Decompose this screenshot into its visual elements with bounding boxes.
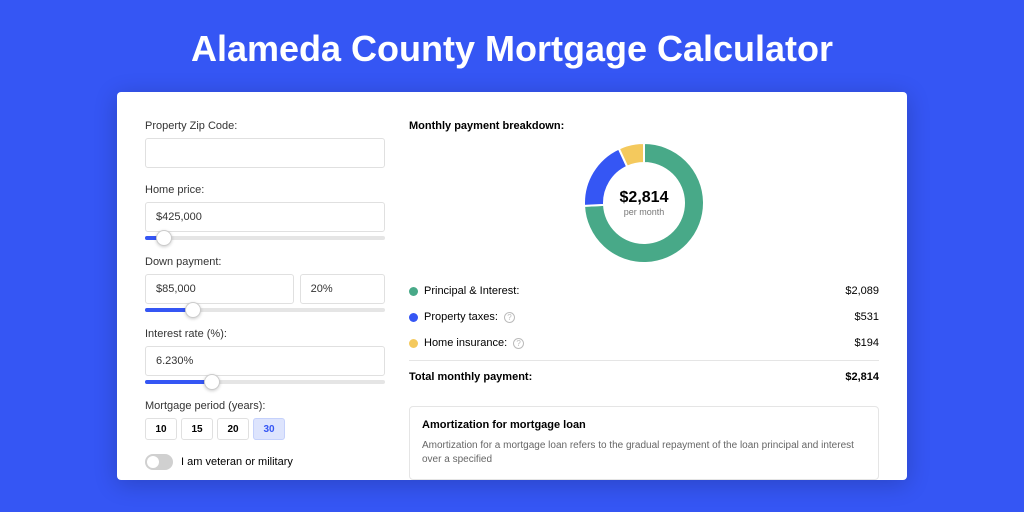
veteran-label: I am veteran or military bbox=[181, 456, 293, 468]
down-slider[interactable] bbox=[145, 302, 385, 318]
down-label: Down payment: bbox=[145, 256, 385, 268]
breakdown-value: $194 bbox=[855, 337, 879, 349]
total-row: Total monthly payment: $2,814 bbox=[409, 360, 879, 390]
period-button-30[interactable]: 30 bbox=[253, 418, 285, 440]
period-button-15[interactable]: 15 bbox=[181, 418, 213, 440]
amortization-card: Amortization for mortgage loan Amortizat… bbox=[409, 406, 879, 480]
slider-thumb[interactable] bbox=[185, 302, 201, 318]
amort-text: Amortization for a mortgage loan refers … bbox=[422, 439, 866, 467]
zip-label: Property Zip Code: bbox=[145, 120, 385, 132]
breakdown-label: Principal & Interest: bbox=[424, 285, 519, 297]
period-buttons: 10152030 bbox=[145, 418, 385, 440]
zip-block: Property Zip Code: bbox=[145, 120, 385, 168]
price-block: Home price: bbox=[145, 184, 385, 246]
rate-block: Interest rate (%): bbox=[145, 328, 385, 390]
down-amount-input[interactable] bbox=[145, 274, 294, 304]
breakdown-row: Home insurance:? $194 bbox=[409, 330, 879, 356]
form-column: Property Zip Code: Home price: Down paym… bbox=[145, 120, 385, 480]
legend-dot bbox=[409, 287, 418, 296]
breakdown-row: Property taxes:? $531 bbox=[409, 304, 879, 330]
rate-input[interactable] bbox=[145, 346, 385, 376]
veteran-toggle[interactable] bbox=[145, 454, 173, 470]
info-icon[interactable]: ? bbox=[504, 312, 515, 323]
period-block: Mortgage period (years): 10152030 bbox=[145, 400, 385, 440]
period-button-20[interactable]: 20 bbox=[217, 418, 249, 440]
zip-input[interactable] bbox=[145, 138, 385, 168]
slider-thumb[interactable] bbox=[156, 230, 172, 246]
donut-sub: per month bbox=[624, 207, 665, 217]
price-slider[interactable] bbox=[145, 230, 385, 246]
breakdown-value: $2,089 bbox=[845, 285, 879, 297]
donut-chart: $2,814 per month bbox=[409, 142, 879, 264]
donut-center: $2,814 per month bbox=[583, 142, 705, 264]
down-block: Down payment: bbox=[145, 256, 385, 318]
results-column: Monthly payment breakdown: $2,814 per mo… bbox=[409, 120, 879, 480]
breakdown-row: Principal & Interest: $2,089 bbox=[409, 278, 879, 304]
rate-label: Interest rate (%): bbox=[145, 328, 385, 340]
breakdown-label: Property taxes: bbox=[424, 311, 498, 323]
legend-dot bbox=[409, 339, 418, 348]
legend-dot bbox=[409, 313, 418, 322]
breakdown-title: Monthly payment breakdown: bbox=[409, 120, 879, 132]
price-label: Home price: bbox=[145, 184, 385, 196]
calculator-card: Property Zip Code: Home price: Down paym… bbox=[117, 92, 907, 480]
donut-amount: $2,814 bbox=[620, 189, 669, 207]
breakdown-label: Home insurance: bbox=[424, 337, 507, 349]
down-percent-input[interactable] bbox=[300, 274, 385, 304]
page-title: Alameda County Mortgage Calculator bbox=[0, 0, 1024, 92]
info-icon[interactable]: ? bbox=[513, 338, 524, 349]
rate-slider[interactable] bbox=[145, 374, 385, 390]
price-input[interactable] bbox=[145, 202, 385, 232]
amort-title: Amortization for mortgage loan bbox=[422, 419, 866, 431]
period-button-10[interactable]: 10 bbox=[145, 418, 177, 440]
total-label: Total monthly payment: bbox=[409, 371, 532, 383]
breakdown-list: Principal & Interest: $2,089 Property taxe… bbox=[409, 278, 879, 356]
slider-thumb[interactable] bbox=[204, 374, 220, 390]
total-value: $2,814 bbox=[845, 371, 879, 383]
period-label: Mortgage period (years): bbox=[145, 400, 385, 412]
veteran-row: I am veteran or military bbox=[145, 454, 385, 470]
breakdown-value: $531 bbox=[855, 311, 879, 323]
